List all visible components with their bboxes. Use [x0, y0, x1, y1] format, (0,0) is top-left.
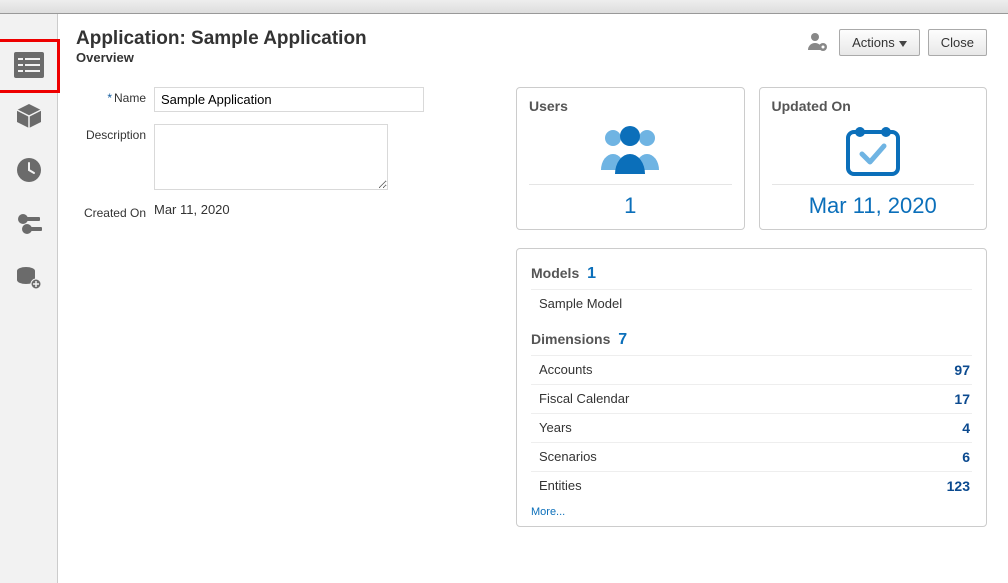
- sidebar-item-history[interactable]: [0, 144, 57, 198]
- chevron-down-icon: [899, 35, 907, 50]
- user-gear-icon: [806, 30, 828, 55]
- more-link[interactable]: More...: [531, 506, 565, 518]
- created-on-label: Created On: [76, 202, 154, 220]
- dimension-row[interactable]: Scenarios 6: [531, 442, 972, 471]
- sidebar-item-cube[interactable]: [0, 90, 57, 144]
- sidebar-item-data[interactable]: [0, 252, 57, 306]
- form-section: *Name Description Created On Mar 11, 202…: [76, 87, 506, 527]
- updated-date: Mar 11, 2020: [809, 193, 937, 219]
- close-button[interactable]: Close: [928, 29, 987, 56]
- dimension-row[interactable]: Accounts 97: [531, 355, 972, 384]
- keys-icon: [15, 211, 43, 240]
- updated-card[interactable]: Updated On Mar 11, 2020: [759, 87, 988, 230]
- created-on-value: Mar 11, 2020: [154, 202, 230, 220]
- page-title: Application: Sample Application: [76, 28, 367, 50]
- sidebar-item-keys[interactable]: [0, 198, 57, 252]
- users-icon: [595, 122, 665, 178]
- description-input[interactable]: [154, 124, 388, 190]
- actions-button[interactable]: Actions: [839, 29, 920, 56]
- clock-icon: [16, 157, 42, 186]
- model-row[interactable]: Sample Model: [531, 289, 972, 317]
- sidebar-item-overview[interactable]: [0, 39, 60, 93]
- sidebar: [0, 14, 58, 583]
- main-content: Application: Sample Application Overview…: [58, 14, 1005, 583]
- users-count: 1: [624, 193, 636, 219]
- users-card-title: Users: [529, 98, 732, 114]
- dimension-row[interactable]: Entities 123: [531, 471, 972, 500]
- database-icon: [16, 266, 42, 293]
- user-permissions-button[interactable]: [803, 28, 831, 56]
- name-label: *Name: [76, 87, 154, 112]
- calendar-check-icon: [840, 122, 906, 178]
- updated-card-title: Updated On: [772, 98, 975, 114]
- name-input[interactable]: [154, 87, 424, 112]
- models-heading: Models 1: [531, 265, 972, 283]
- users-card[interactable]: Users 1: [516, 87, 745, 230]
- dimensions-heading: Dimensions 7: [531, 331, 972, 349]
- dimension-row[interactable]: Fiscal Calendar 17: [531, 384, 972, 413]
- cube-icon: [15, 102, 43, 133]
- page-subtitle: Overview: [76, 50, 367, 65]
- models-dimensions-panel: Models 1 Sample Model Dimensions 7 Accou…: [516, 248, 987, 527]
- description-label: Description: [76, 124, 154, 190]
- actions-label: Actions: [852, 35, 895, 50]
- window-titlebar: [0, 0, 1008, 14]
- list-icon: [14, 52, 44, 81]
- dimension-row[interactable]: Years 4: [531, 413, 972, 442]
